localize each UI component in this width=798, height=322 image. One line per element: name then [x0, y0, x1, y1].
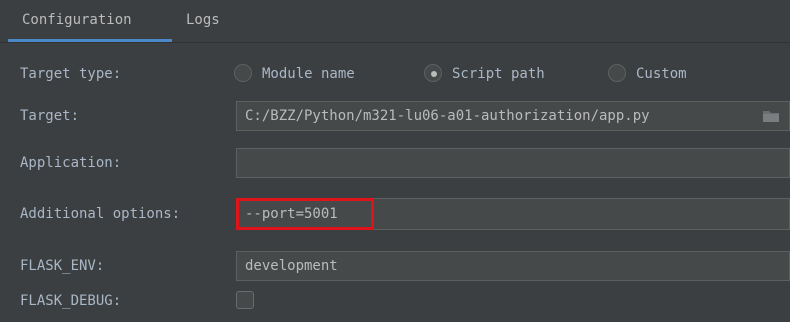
folder-icon[interactable]: [763, 110, 779, 122]
radio-selected-icon: [424, 64, 442, 82]
additional-options-field[interactable]: --port=5001: [236, 198, 790, 230]
target-label: Target:: [20, 108, 80, 124]
tab-configuration[interactable]: Configuration: [8, 0, 172, 42]
radio-script-path-label: Script path: [452, 66, 545, 82]
radio-module-name-label: Module name: [262, 66, 355, 82]
additional-options-label: Additional options:: [20, 206, 181, 222]
radio-circle-icon: [234, 64, 252, 82]
flask-env-field[interactable]: development: [236, 251, 790, 281]
application-field[interactable]: [236, 148, 790, 178]
run-configuration-panel: Configuration Logs Target type: Module n…: [0, 0, 790, 322]
flask-env-label: FLASK_ENV:: [20, 258, 105, 274]
flask-debug-label: FLASK_DEBUG:: [20, 293, 122, 309]
flask-debug-checkbox[interactable]: [236, 291, 254, 309]
radio-circle-icon: [608, 64, 626, 82]
target-type-label: Target type:: [20, 66, 122, 82]
target-value: C:/BZZ/Python/m321-lu06-a01-authorizatio…: [245, 108, 650, 124]
tab-logs[interactable]: Logs: [186, 0, 236, 42]
radio-custom-label: Custom: [636, 66, 687, 82]
tab-bar: Configuration Logs: [0, 0, 790, 43]
application-label: Application:: [20, 155, 122, 171]
target-field[interactable]: C:/BZZ/Python/m321-lu06-a01-authorizatio…: [236, 101, 790, 131]
active-tab-indicator: [8, 39, 172, 42]
